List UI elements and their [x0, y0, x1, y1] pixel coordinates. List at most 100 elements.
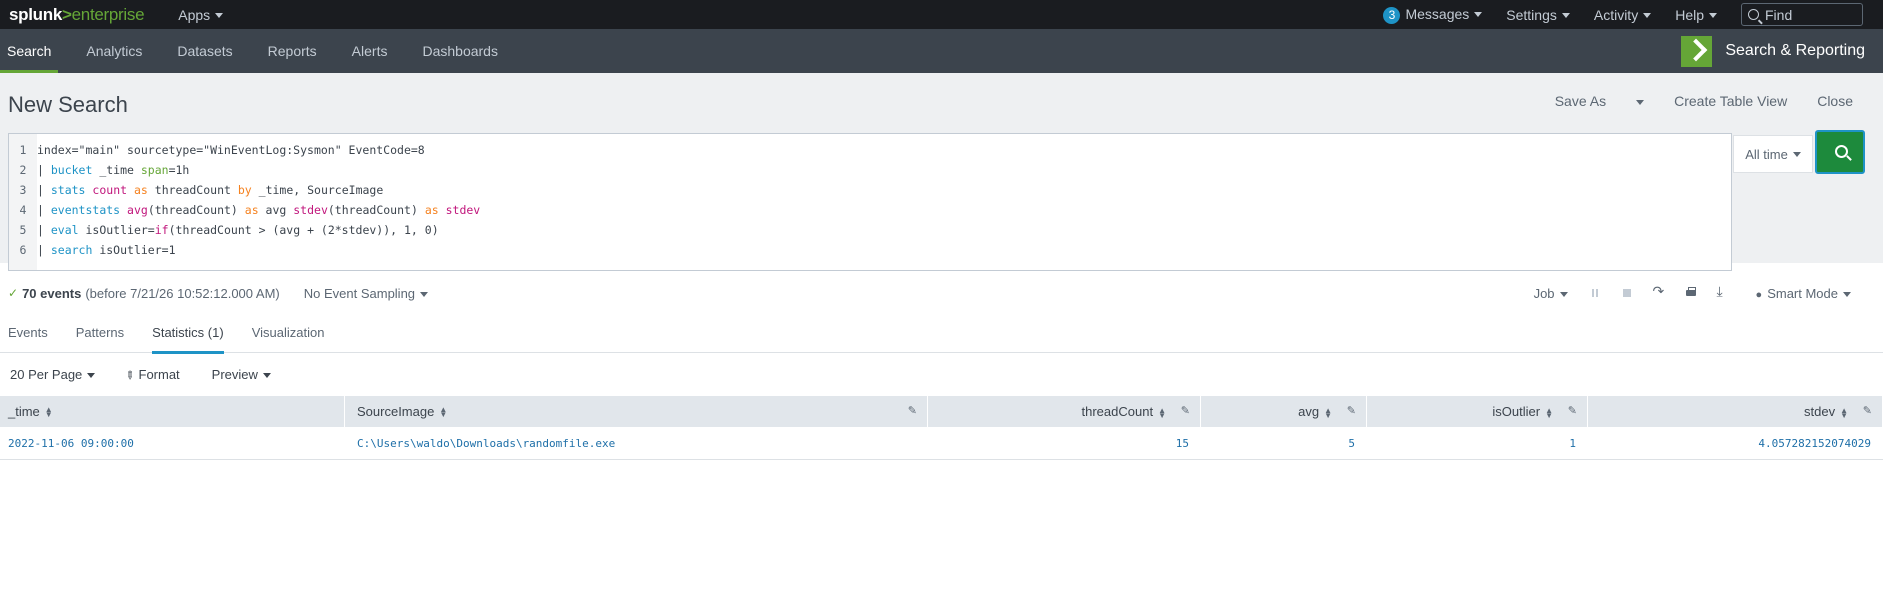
chevron-down-icon	[1643, 13, 1652, 19]
query-line: 2 | bucket _time span=1h	[19, 163, 190, 177]
tab-alerts[interactable]: Alerts	[345, 29, 395, 73]
cell-stdev[interactable]: 4.057282152074029	[1588, 427, 1883, 460]
apps-menu[interactable]: Apps	[178, 7, 224, 23]
settings-label: Settings	[1506, 6, 1557, 23]
cell-time[interactable]: 2022-11-06 09:00:00	[0, 427, 345, 460]
sort-icon[interactable]: ▲ ▼	[45, 405, 53, 418]
share-icon[interactable]	[1652, 283, 1666, 300]
find-placeholder: Find	[1765, 6, 1793, 23]
results-controls: 20 Per Page ✎Format Preview	[0, 363, 291, 385]
create-table-view-button[interactable]: Create Table View	[1674, 93, 1787, 109]
edit-column-icon[interactable]: ✎	[1568, 404, 1577, 417]
messages-menu[interactable]: 3 Messages	[1383, 5, 1483, 24]
cell-value: 4.057282152074029	[1758, 437, 1871, 450]
help-menu[interactable]: Help	[1675, 7, 1717, 23]
preview-dropdown[interactable]: Preview	[212, 367, 271, 382]
tab-patterns[interactable]: Patterns	[76, 313, 124, 353]
column-label: SourceImage	[357, 404, 435, 419]
close-button[interactable]: Close	[1817, 93, 1853, 109]
splunk-logo[interactable]: splunk>enterprise	[9, 5, 145, 25]
search-query-editor[interactable]: 1 index="main" sourcetype="WinEventLog:Sy…	[8, 133, 1732, 271]
cell-value: 15	[1175, 437, 1189, 450]
sort-icon[interactable]: ▲ ▼	[1545, 406, 1553, 419]
tab-visualization[interactable]: Visualization	[252, 313, 325, 353]
job-label: Job	[1533, 285, 1555, 301]
tab-search[interactable]: Search	[0, 29, 59, 73]
settings-menu[interactable]: Settings	[1506, 7, 1570, 23]
column-label: avg	[1298, 404, 1320, 419]
job-menu[interactable]: Job	[1534, 286, 1568, 301]
event-sampling-dropdown[interactable]: No Event Sampling	[304, 286, 429, 301]
search-icon	[1748, 9, 1759, 20]
format-button[interactable]: ✎Format	[122, 367, 180, 383]
cell-value: 2022-11-06 09:00:00	[8, 437, 134, 450]
activity-label: Activity	[1593, 6, 1639, 23]
sort-icon[interactable]: ▲ ▼	[1158, 406, 1166, 419]
per-page-dropdown[interactable]: 20 Per Page	[10, 367, 96, 382]
chevron-down-icon	[1709, 13, 1717, 19]
export-icon[interactable]	[1716, 283, 1730, 300]
edit-column-icon[interactable]: ✎	[908, 404, 917, 417]
column-header-stdev[interactable]: stdev ▲ ▼ ✎	[1588, 396, 1883, 427]
run-search-button[interactable]	[1815, 130, 1865, 174]
chevron-down-icon	[1561, 13, 1570, 19]
page-title: New Search	[8, 92, 128, 117]
app-name[interactable]: Search & Reporting	[1681, 29, 1865, 73]
statistics-table-header: _time ▲ ▼ SourceImage ▲ ▼ ✎ threadCount ▲ ▼ ✎ …	[0, 396, 1883, 427]
job-status-bar: ✓ 70 events (before 7/21/26 10:52:12.000…	[0, 280, 1883, 306]
pause-icon[interactable]	[1588, 286, 1602, 300]
sort-icon[interactable]: ▲ ▼	[439, 405, 447, 418]
edit-column-icon[interactable]: ✎	[1181, 404, 1190, 417]
tab-events[interactable]: Events	[8, 313, 48, 353]
column-label: stdev	[1804, 404, 1836, 419]
sort-icon[interactable]: ▲ ▼	[1840, 406, 1848, 419]
tab-reports[interactable]: Reports	[261, 29, 324, 73]
column-header-isoutlier[interactable]: isOutlier ▲ ▼ ✎	[1367, 396, 1588, 427]
cell-threadcount[interactable]: 15	[928, 427, 1201, 460]
cell-isoutlier[interactable]: 1	[1367, 427, 1588, 460]
activity-menu[interactable]: Activity	[1593, 6, 1652, 23]
event-time-bound: (before 7/21/26 10:52:12.000 AM)	[85, 285, 280, 301]
top-bar: splunk>enterprise Apps 3 Messages Setting…	[0, 0, 1883, 29]
app-chevron-icon	[1681, 35, 1713, 67]
print-icon[interactable]	[1684, 286, 1698, 300]
search-header: New Search Save As Create Table View Clo…	[0, 73, 1883, 271]
preview-label: Preview	[211, 366, 258, 382]
edit-column-icon[interactable]: ✎	[1347, 404, 1356, 417]
app-name-label: Search & Reporting	[1725, 42, 1865, 59]
column-label-wrap: threadCount ▲ ▼	[1082, 404, 1166, 419]
column-label-wrap: isOutlier ▲ ▼	[1492, 404, 1553, 419]
cell-avg[interactable]: 5	[1201, 427, 1367, 460]
query-line: 4 | eventstats avg(threadCount) as avg st…	[19, 203, 481, 217]
column-header-time[interactable]: _time ▲ ▼	[0, 396, 345, 427]
chevron-down-icon	[215, 13, 224, 19]
column-header-threadcount[interactable]: threadCount ▲ ▼ ✎	[928, 396, 1201, 427]
save-as-button[interactable]: Save As	[1525, 93, 1645, 109]
save-as-label: Save As	[1554, 93, 1607, 109]
find-input[interactable]: Find	[1741, 3, 1863, 26]
search-icon	[1835, 145, 1848, 158]
column-label: _time	[8, 404, 40, 419]
messages-label: Messages	[1405, 5, 1470, 22]
column-header-avg[interactable]: avg ▲ ▼ ✎	[1201, 396, 1367, 427]
tab-analytics[interactable]: Analytics	[79, 29, 149, 73]
edit-column-icon[interactable]: ✎	[1863, 404, 1872, 417]
column-label: isOutlier	[1492, 404, 1541, 419]
search-mode-dropdown[interactable]: ● Smart Mode	[1756, 286, 1851, 301]
cell-value: C:\Users\waldo\Downloads\randomfile.exe	[357, 437, 616, 450]
bulb-icon: ●	[1755, 288, 1763, 301]
column-label: threadCount	[1081, 404, 1154, 419]
cell-sourceimage[interactable]: C:\Users\waldo\Downloads\randomfile.exe	[345, 427, 928, 460]
sort-icon[interactable]: ▲ ▼	[1324, 406, 1332, 419]
stop-icon[interactable]	[1620, 286, 1634, 300]
chevron-down-icon	[1636, 99, 1645, 105]
tab-statistics[interactable]: Statistics (1)	[152, 313, 224, 354]
chevron-down-icon	[1474, 12, 1483, 18]
time-range-picker[interactable]: All time	[1733, 135, 1813, 173]
tab-dashboards[interactable]: Dashboards	[415, 29, 505, 73]
time-range-label: All time	[1745, 146, 1788, 162]
tab-datasets[interactable]: Datasets	[170, 29, 239, 73]
query-line: 5 | eval isOutlier=if(threadCount > (avg …	[19, 223, 439, 237]
column-header-sourceimage[interactable]: SourceImage ▲ ▼ ✎	[345, 396, 928, 427]
chevron-down-icon	[1792, 151, 1801, 157]
